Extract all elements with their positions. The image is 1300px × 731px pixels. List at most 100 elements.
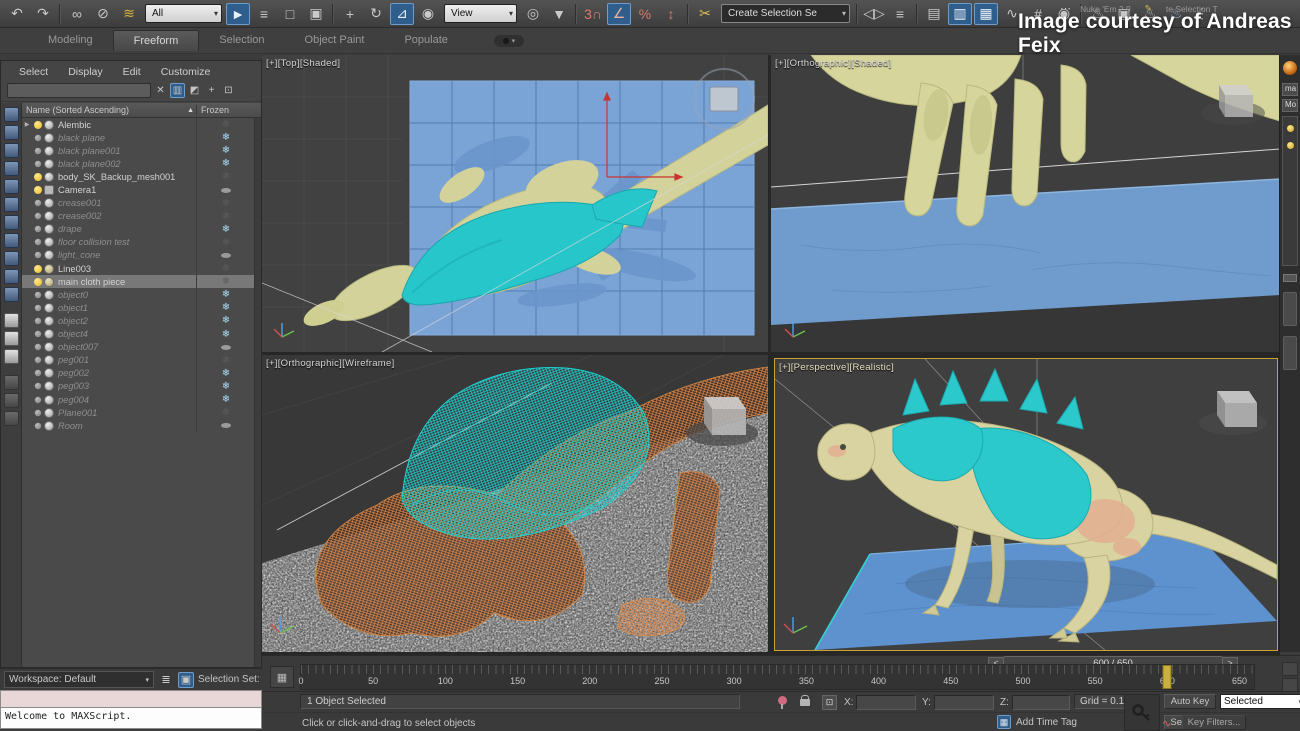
object-name[interactable]: object0 xyxy=(58,290,196,300)
frozen-cell[interactable]: ❄ xyxy=(196,131,255,144)
object-row-alembic[interactable]: ▶Alembic❄ xyxy=(22,118,255,131)
explorer-menu-select[interactable]: Select xyxy=(11,65,56,79)
modifier-bulb-icon[interactable] xyxy=(1287,142,1294,149)
visibility-bulb-icon[interactable] xyxy=(35,344,41,350)
shape-tool-icon[interactable] xyxy=(4,233,19,248)
object-name[interactable]: Room xyxy=(58,421,196,431)
object-row-peg001[interactable]: peg001❄ xyxy=(22,354,255,367)
object-row-body_sk_backup_mesh001[interactable]: body_SK_Backup_mesh001❄ xyxy=(22,170,255,183)
frozen-cell[interactable]: ❄ xyxy=(196,118,255,131)
object-row-crease001[interactable]: crease001❄ xyxy=(22,197,255,210)
object-name[interactable]: peg001 xyxy=(58,355,196,365)
visibility-bulb-icon[interactable] xyxy=(35,161,41,167)
object-name[interactable]: black plane xyxy=(58,133,196,143)
toggle-display-icon[interactable]: ▥ xyxy=(170,83,185,98)
bind-spacewarp-icon[interactable]: ≋ xyxy=(117,3,141,25)
select-scale-icon[interactable]: ⊿ xyxy=(390,3,414,25)
object-row-black-plane002[interactable]: black plane002❄ xyxy=(22,157,255,170)
object-name[interactable]: object1 xyxy=(58,303,196,313)
visibility-bulb-icon[interactable] xyxy=(35,226,41,232)
camera-tool-icon[interactable] xyxy=(4,197,19,212)
select-rotate-icon[interactable]: ↻ xyxy=(364,3,388,25)
object-row-object1[interactable]: object1❄ xyxy=(22,301,255,314)
object-name[interactable]: Alembic xyxy=(58,120,196,130)
absolute-mode-icon[interactable]: ⊡ xyxy=(822,695,837,710)
visibility-bulb-icon[interactable] xyxy=(35,383,41,389)
object-name[interactable]: Camera1 xyxy=(58,185,196,195)
object-name[interactable]: peg002 xyxy=(58,368,196,378)
visibility-bulb-icon[interactable] xyxy=(35,239,41,245)
lock-cell-icon[interactable]: ◩ xyxy=(187,83,202,98)
visibility-bulb-icon[interactable] xyxy=(34,278,42,286)
object-row-room[interactable]: Room xyxy=(22,419,255,432)
search-input[interactable] xyxy=(7,83,151,98)
object-name[interactable]: body_SK_Backup_mesh001 xyxy=(58,172,196,182)
object-row-floor-collision-test[interactable]: floor collision test❄ xyxy=(22,236,255,249)
viewport-ortho-shaded-label[interactable]: [+][Orthographic][Shaded] xyxy=(775,58,892,69)
layer-tool-icon[interactable] xyxy=(4,143,19,158)
frozen-cell[interactable]: ❄ xyxy=(196,367,255,380)
add-time-tag-icon[interactable]: ▦ xyxy=(997,715,1011,729)
visibility-bulb-icon[interactable] xyxy=(35,331,41,337)
layers-icon[interactable]: ≣ xyxy=(158,672,174,688)
object-name[interactable]: black plane002 xyxy=(58,159,196,169)
visibility-bulb-icon[interactable] xyxy=(35,423,41,429)
frozen-cell[interactable]: ❄ xyxy=(196,288,255,301)
object-name[interactable]: crease002 xyxy=(58,211,196,221)
select-by-name-icon[interactable]: ≡ xyxy=(252,3,276,25)
use-pivot-icon[interactable]: ◎ xyxy=(521,3,545,25)
visibility-bulb-icon[interactable] xyxy=(35,252,41,258)
hierarchy-tool-icon[interactable] xyxy=(4,125,19,140)
visibility-bulb-icon[interactable] xyxy=(35,200,41,206)
modifier-stack[interactable] xyxy=(1282,116,1298,266)
object-row-crease002[interactable]: crease002❄ xyxy=(22,210,255,223)
object-name[interactable]: main cloth piece xyxy=(58,277,196,287)
frozen-cell[interactable]: ❄ xyxy=(196,262,255,275)
mirror-icon[interactable]: ◁▷ xyxy=(862,3,886,25)
select-link-icon[interactable]: ∞ xyxy=(65,3,89,25)
scene-explorer-toggle-icon[interactable]: ▤ xyxy=(922,3,946,25)
page-view-icon[interactable] xyxy=(4,331,19,346)
container-tool-icon[interactable] xyxy=(4,287,19,302)
rollout-button[interactable] xyxy=(1283,336,1297,370)
explorer-menu-customize[interactable]: Customize xyxy=(153,65,219,79)
column-view-icon[interactable] xyxy=(4,349,19,364)
ribbon-tab-object-paint[interactable]: Object Paint xyxy=(285,30,385,51)
object-name[interactable]: Line003 xyxy=(58,264,196,274)
redo-icon[interactable]: ↷ xyxy=(31,3,55,25)
y-field[interactable] xyxy=(934,695,994,710)
frozen-cell[interactable]: ❄ xyxy=(196,314,255,327)
edit-named-selections-icon[interactable]: ✂ xyxy=(693,3,717,25)
visibility-bulb-icon[interactable] xyxy=(35,292,41,298)
track-bar[interactable]: 050100150200250300350400450500550600650 xyxy=(300,664,1255,690)
helper-tool-icon[interactable] xyxy=(4,215,19,230)
visibility-bulb-icon[interactable] xyxy=(34,186,42,194)
visibility-bulb-icon[interactable] xyxy=(35,318,41,324)
key-filters-button[interactable]: Key Filters... xyxy=(1182,715,1246,730)
filter-funnel-icon[interactable] xyxy=(4,375,19,390)
object-row-peg002[interactable]: peg002❄ xyxy=(22,367,255,380)
isolate-selection-icon[interactable] xyxy=(778,696,787,705)
visibility-bulb-icon[interactable] xyxy=(35,396,41,402)
frozen-cell[interactable]: ❄ xyxy=(196,328,255,341)
frozen-cell[interactable]: ❄ xyxy=(196,197,255,210)
frozen-cell[interactable] xyxy=(196,419,255,432)
sync-selection-icon[interactable] xyxy=(4,411,19,426)
visibility-bulb-icon[interactable] xyxy=(35,148,41,154)
frozen-cell[interactable]: ❄ xyxy=(196,354,255,367)
viewport-perspective-label[interactable]: [+][Perspective][Realistic] xyxy=(779,362,894,373)
column-name[interactable]: Name (Sorted Ascending) xyxy=(22,105,187,115)
visibility-bulb-icon[interactable] xyxy=(35,134,41,140)
timeline-end-buttons[interactable] xyxy=(1282,662,1298,692)
object-name[interactable]: drape xyxy=(58,224,196,234)
visibility-bulb-icon[interactable] xyxy=(35,357,41,363)
frozen-cell[interactable]: ❄ xyxy=(196,380,255,393)
viewport-ortho-shaded[interactable]: [+][Orthographic][Shaded] xyxy=(771,55,1280,352)
frozen-cell[interactable]: ❄ xyxy=(196,170,255,183)
add-to-selection-icon[interactable]: + xyxy=(204,83,219,98)
object-row-peg004[interactable]: peg004❄ xyxy=(22,393,255,406)
workspace-dropdown[interactable]: Workspace: Default ▾ xyxy=(4,671,154,688)
geometry-tool-icon[interactable] xyxy=(4,251,19,266)
maxscript-macro-pane[interactable] xyxy=(0,690,262,708)
find-case-icon[interactable] xyxy=(4,393,19,408)
